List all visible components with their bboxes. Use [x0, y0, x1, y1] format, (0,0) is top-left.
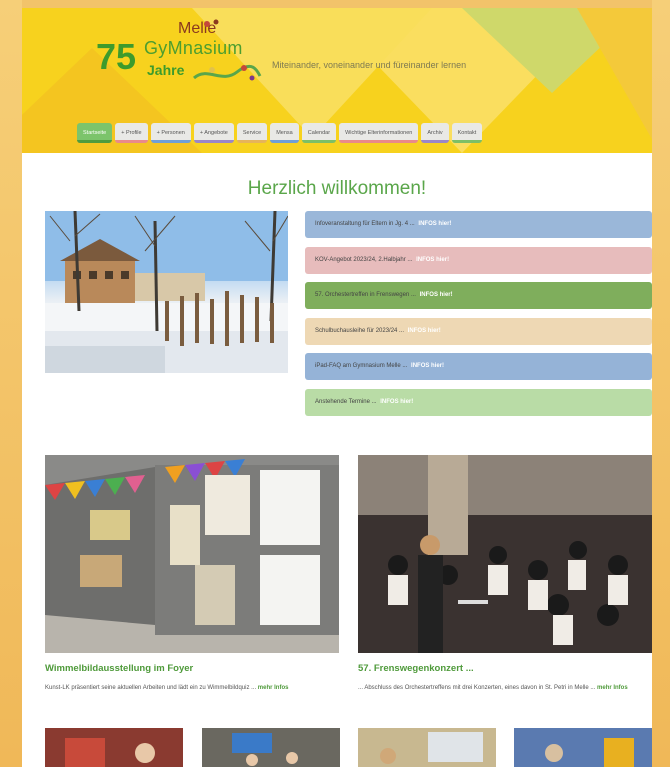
nav-item-archiv[interactable]: Archiv — [421, 123, 449, 143]
info-box-text: Infoveranstaltung für Eltern in Jg. 4 ..… — [315, 221, 415, 227]
site-tagline: Miteinander, voneinander und füreinander… — [272, 60, 467, 70]
news-title-wimmelbild[interactable]: Wimmelbildausstellung im Foyer — [45, 663, 193, 674]
info-box-ipad-faq[interactable]: iPad-FAQ am Gymnasium Melle ... INFOS hi… — [305, 353, 652, 380]
nav-item-kontakt[interactable]: Kontakt — [451, 123, 483, 143]
info-box-more-link[interactable]: INFOS hier! — [420, 292, 453, 298]
news-thumbnail[interactable] — [358, 728, 496, 767]
hero-image-school-winter — [45, 211, 288, 373]
thumbnail-photo-icon — [358, 728, 496, 767]
info-box-list: Infoveranstaltung für Eltern in Jg. 4 ..… — [305, 211, 652, 424]
nav-item-service[interactable]: Service — [236, 123, 268, 143]
nav-item-mensa[interactable]: Mensa — [270, 123, 299, 143]
news-thumbnail[interactable] — [514, 728, 652, 767]
logo-swirl-icon — [192, 64, 262, 81]
info-box-text: Schulbuchausleihe für 2023/24 ... — [315, 327, 405, 334]
site-container: 75 Melle GyMnasium Jahre Miteinander, vo… — [22, 8, 652, 767]
thumbnail-photo-icon — [45, 728, 183, 767]
info-box-more-link[interactable]: INFOS hier! — [408, 328, 441, 334]
nav-item-calendar[interactable]: Calendar — [301, 123, 337, 143]
news-more-link[interactable]: mehr Infos — [597, 685, 628, 691]
thumbnail-photo-icon — [514, 728, 652, 767]
info-box-infoveranstaltung[interactable]: Infoveranstaltung für Eltern in Jg. 4 ..… — [305, 211, 652, 238]
news-thumbnail[interactable] — [202, 728, 340, 767]
logo-dot-icon — [204, 19, 219, 27]
nav-item-angebote[interactable]: + Angebote — [193, 123, 234, 143]
page-background-left — [0, 0, 22, 767]
main-navigation: Startseite + Profile + Personen + Angebo… — [77, 123, 483, 143]
page-background-right — [652, 0, 670, 767]
orchestra-photo-icon — [358, 455, 652, 653]
news-image-wimmelbild[interactable] — [45, 455, 339, 653]
info-box-text: iPad-FAQ am Gymnasium Melle ... — [315, 363, 408, 369]
nav-item-startseite[interactable]: Startseite — [77, 123, 113, 143]
info-box-schulbuchausleihe[interactable]: Schulbuchausleihe für 2023/24 ... INFOS … — [305, 317, 652, 345]
news-text-frenswegen: ... Abschluss des Orchestertreffens mit … — [358, 683, 652, 693]
news-thumbnail[interactable] — [45, 728, 183, 767]
nav-item-profile[interactable]: + Profile — [115, 123, 148, 143]
news-text-wimmelbild: Kunst-LK präsentiert seine aktuellen Arb… — [45, 683, 339, 693]
news-title-frenswegen[interactable]: 57. Frenswegenkonzert ... — [358, 663, 474, 674]
news-more-link[interactable]: mehr Infos — [258, 685, 289, 691]
info-box-more-link[interactable]: INFOS hier! — [380, 399, 413, 405]
info-box-more-link[interactable]: INFOS hier! — [411, 363, 444, 369]
info-box-more-link[interactable]: INFOS hier! — [418, 221, 451, 227]
info-box-text: Anstehende Termine ... — [315, 398, 377, 405]
logo-jahre-text: Jahre — [147, 62, 185, 78]
logo-gymnasium-text: GyMnasium — [144, 38, 243, 58]
info-box-kov-angebot[interactable]: KOV-Angebot 2023/24, 2.Halbjahr ... INFO… — [305, 246, 652, 274]
info-box-orchestertreffen[interactable]: 57. Orchestertreffen in Frenswegen ... I… — [305, 282, 652, 309]
info-box-termine[interactable]: Anstehende Termine ... INFOS hier! — [305, 388, 652, 416]
school-building-icon — [45, 211, 288, 373]
info-box-more-link[interactable]: INFOS hier! — [416, 257, 449, 263]
nav-item-personen[interactable]: + Personen — [150, 123, 191, 143]
logo-number: 75 — [96, 36, 137, 77]
exhibition-photo-icon — [45, 455, 339, 653]
school-logo[interactable]: 75 Melle GyMnasium Jahre — [92, 18, 267, 93]
nav-item-elterninformationen[interactable]: Wichtige Elterinformationen — [339, 123, 419, 143]
header-decoration — [577, 8, 652, 148]
news-teaser: ... Abschluss des Orchestertreffens mit … — [358, 685, 596, 691]
site-header: 75 Melle GyMnasium Jahre Miteinander, vo… — [22, 8, 652, 153]
news-teaser: Kunst-LK präsentiert seine aktuellen Arb… — [45, 685, 257, 691]
welcome-heading: Herzlich willkommen! — [247, 178, 427, 199]
info-box-text: 57. Orchestertreffen in Frenswegen ... — [315, 292, 416, 298]
thumbnail-photo-icon — [202, 728, 340, 767]
info-box-text: KOV-Angebot 2023/24, 2.Halbjahr ... — [315, 256, 413, 263]
news-image-frenswegen[interactable] — [358, 455, 652, 653]
